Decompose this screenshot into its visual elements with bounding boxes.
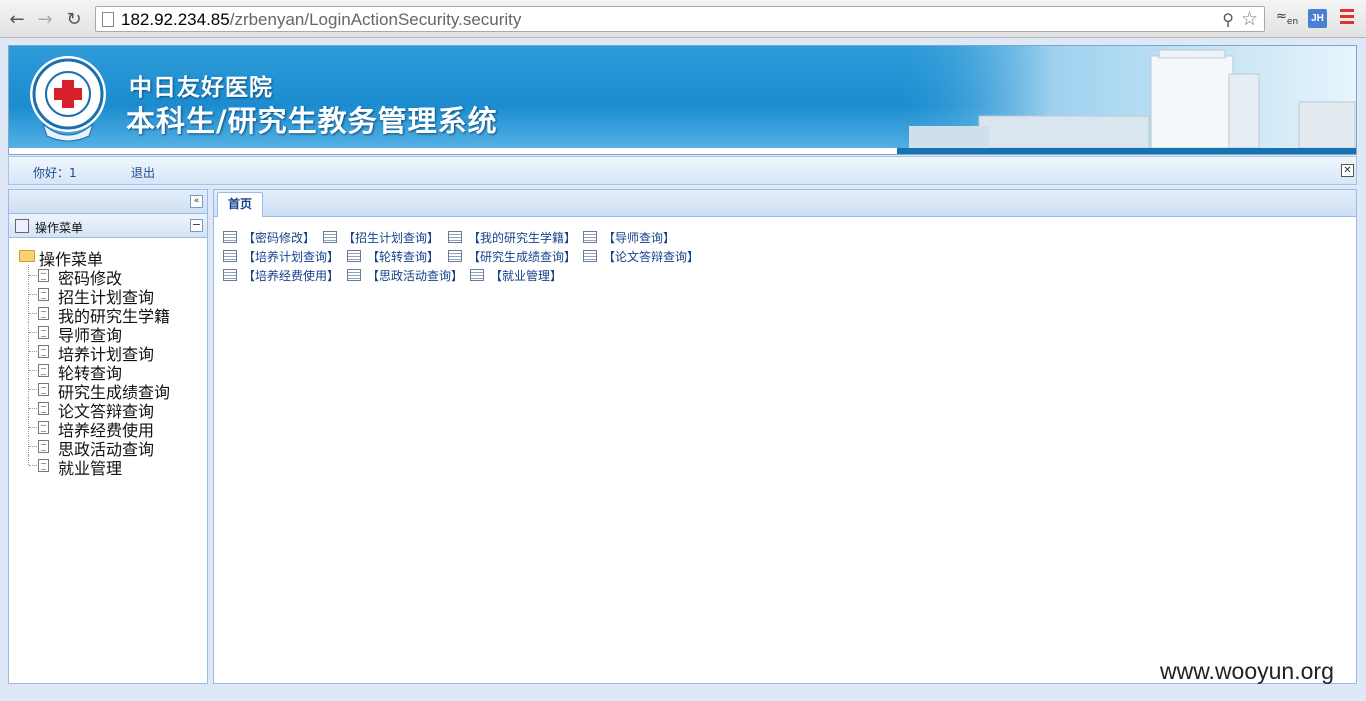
quick-link-grades[interactable]: 【研究生成绩查询】 [448,248,576,265]
quick-link-training-plan[interactable]: 【培养计划查询】 [223,248,339,265]
url-text[interactable]: 182.92.234.85/zrbenyan/LoginActionSecuri… [121,10,521,30]
document-icon [38,269,49,282]
tree-branch [29,427,37,428]
tree-branch [29,294,37,295]
quick-link-advisor[interactable]: 【导师查询】 [583,229,675,246]
quick-links-row: 【培养经费使用】 【思政活动查询】 【就业管理】 [223,267,823,286]
tree-branch [29,370,37,371]
tree-branch [29,446,37,447]
sidebar-panel: « 操作菜单 − 操作菜单 密码修改 招生计划查询 我的研究生学籍 导师查询 培… [8,189,208,684]
document-icon [38,440,49,453]
main-panel: 首页 【密码修改】 【招生计划查询】 【我的研究生学籍】 【导师查询】 【培养计… [213,189,1357,684]
table-icon [448,231,462,243]
quick-link-label: 【思政活动查询】 [367,269,464,283]
quick-link-label: 【培养计划查询】 [243,250,340,264]
quick-link-label: 【就业管理】 [490,269,563,283]
table-icon [448,250,462,262]
quick-link-password[interactable]: 【密码修改】 [223,229,315,246]
quick-link-label: 【培养经费使用】 [243,269,340,283]
table-icon [323,231,337,243]
quick-link-label: 【我的研究生学籍】 [468,231,577,245]
quick-link-label: 【研究生成绩查询】 [468,250,577,264]
page-icon [102,12,114,27]
system-title: 本科生/研究生教务管理系统 [126,104,498,138]
table-icon [223,231,237,243]
table-icon [347,250,361,262]
logout-link[interactable]: 退出 [131,164,155,181]
quick-link-label: 【轮转查询】 [367,250,440,264]
tree-branch [29,408,37,409]
url-path: /zrbenyan/LoginActionSecurity.security [229,10,522,29]
folder-icon [19,250,35,262]
browser-menu-icon[interactable] [1340,9,1354,27]
close-icon[interactable]: ✕ [1341,164,1354,177]
quick-links: 【密码修改】 【招生计划查询】 【我的研究生学籍】 【导师查询】 【培养计划查询… [223,229,823,286]
tree-branch [29,275,37,276]
quick-link-enrollment-plan[interactable]: 【招生计划查询】 [323,229,439,246]
document-icon [38,364,49,377]
tab-home[interactable]: 首页 [217,192,263,217]
back-arrow-icon[interactable]: ← [5,7,29,31]
document-icon [38,345,49,358]
quick-link-label: 【论文答辩查询】 [603,250,700,264]
quick-link-thesis-defense[interactable]: 【论文答辩查询】 [583,248,699,265]
banner-stripe [9,148,899,154]
tree-branch [29,332,37,333]
watermark: www.wooyun.org [1160,658,1334,684]
sidebar-item-label: 就业管理 [58,459,123,478]
quick-link-funding[interactable]: 【培养经费使用】 [223,267,339,284]
table-icon [223,269,237,281]
menu-panel-header[interactable]: 操作菜单 − [9,214,207,238]
translate-icon-text: en [1286,17,1299,27]
quick-link-political-activities[interactable]: 【思政活动查询】 [347,267,463,284]
table-icon [470,269,484,281]
quick-link-label: 【招生计划查询】 [343,231,440,245]
user-bar: 你好：1 退出 ✕ [8,156,1357,185]
translate-icon[interactable]: ≈en [1276,9,1298,29]
table-icon [223,250,237,262]
user-greeting: 你好：1 [33,166,77,180]
quick-links-row: 【密码修改】 【招生计划查询】 【我的研究生学籍】 【导师查询】 [223,229,823,248]
minimize-icon[interactable]: − [190,219,203,232]
document-icon [38,421,49,434]
banner-stripe-dark [897,148,1356,154]
extension-icon[interactable]: JH [1308,9,1327,28]
collapse-left-icon[interactable]: « [190,195,203,208]
tree-branch [29,313,37,314]
tree-branch [29,351,37,352]
document-icon [38,402,49,415]
browser-toolbar: ← → ↻ 182.92.234.85/zrbenyan/LoginAction… [0,0,1366,38]
quick-link-label: 【密码修改】 [243,231,316,245]
hospital-building-illustration [889,46,1356,148]
header-banner: 中日友好医院 本科生/研究生教务管理系统 [8,45,1357,155]
menu-panel-title: 操作菜单 [35,221,84,235]
sidebar-collapse-bar: « [9,190,207,214]
tree-branch [29,389,37,390]
table-icon [583,231,597,243]
menu-panel-icon [15,219,29,233]
bookmark-star-icon[interactable]: ☆ [1241,8,1258,30]
tree-line [28,455,29,465]
key-icon[interactable]: ⚲ [1222,10,1234,29]
quick-link-rotation[interactable]: 【轮转查询】 [347,248,439,265]
table-icon [347,269,361,281]
quick-link-label: 【导师查询】 [603,231,676,245]
tree-branch [29,465,37,466]
address-bar[interactable]: 182.92.234.85/zrbenyan/LoginActionSecuri… [95,6,1265,32]
tab-strip: 首页 [214,190,1356,217]
hospital-logo [30,56,106,142]
document-icon [38,326,49,339]
quick-links-row: 【培养计划查询】 【轮转查询】 【研究生成绩查询】 【论文答辩查询】 [223,248,823,267]
document-icon [38,459,49,472]
document-icon [38,288,49,301]
hospital-name: 中日友好医院 [129,74,273,101]
quick-link-employment[interactable]: 【就业管理】 [470,267,562,284]
quick-link-student-status[interactable]: 【我的研究生学籍】 [448,229,576,246]
reload-icon[interactable]: ↻ [62,7,86,31]
document-icon [38,307,49,320]
document-icon [38,383,49,396]
forward-arrow-icon[interactable]: → [33,7,57,31]
table-icon [583,250,597,262]
url-host: 182.92.234.85 [121,10,230,29]
